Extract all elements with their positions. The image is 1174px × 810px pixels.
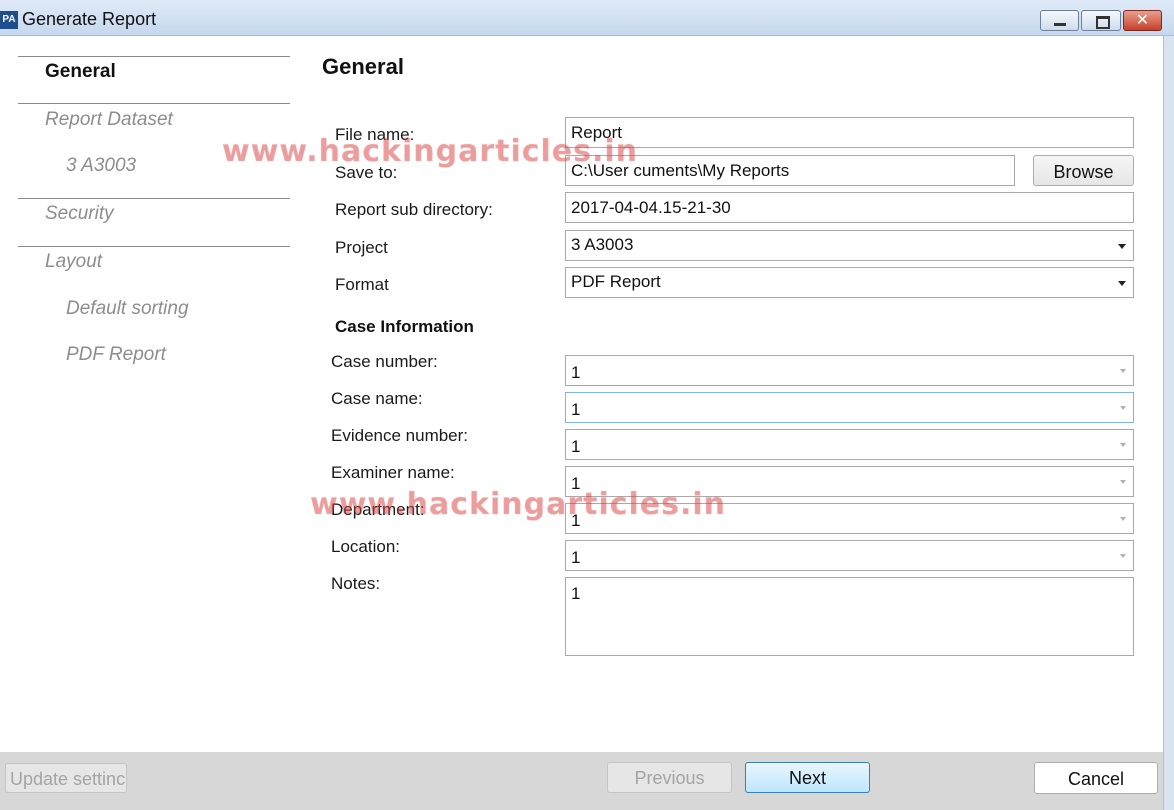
case-name-combo[interactable]: 1 <box>565 392 1134 423</box>
close-icon: ✕ <box>1135 10 1150 29</box>
window-title: Generate Report <box>22 9 157 29</box>
nav-item-general[interactable]: General <box>45 61 116 83</box>
close-button[interactable]: ✕ <box>1123 10 1162 31</box>
nav-item-security[interactable]: Security <box>45 203 114 225</box>
nav-item-project[interactable]: 3 A3003 <box>66 155 136 177</box>
browse-button[interactable]: Browse <box>1033 155 1134 186</box>
minimize-button[interactable] <box>1040 10 1079 31</box>
nav-separator <box>18 103 290 104</box>
previous-button[interactable]: Previous <box>607 762 732 793</box>
case-information-heading: Case Information <box>335 317 474 336</box>
evidence-number-combo[interactable]: 1 <box>565 429 1134 460</box>
maximize-button[interactable] <box>1081 10 1121 31</box>
examiner-name-label: Examiner name: <box>331 463 455 482</box>
nav-item-default-sorting[interactable]: Default sorting <box>66 298 189 320</box>
app-icon: PA <box>0 11 18 29</box>
nav-item-report-dataset[interactable]: Report Dataset <box>45 109 173 131</box>
notes-label: Notes: <box>331 574 381 593</box>
nav-item-layout[interactable]: Layout <box>45 251 102 273</box>
maximize-icon <box>1096 16 1110 29</box>
evidence-number-label: Evidence number: <box>331 426 469 445</box>
format-label: Format <box>335 275 389 294</box>
title-bar: PA Generate Report ✕ <box>0 0 1174 36</box>
watermark-text: www.hackingarticles.in <box>222 134 639 169</box>
project-label: Project <box>335 238 388 257</box>
location-combo[interactable]: 1 <box>565 540 1134 571</box>
minimize-icon <box>1054 23 1066 26</box>
update-settings-button[interactable]: Update settinc <box>5 763 127 793</box>
format-dropdown[interactable]: PDF Report <box>565 267 1134 298</box>
next-button[interactable]: Next <box>745 762 870 793</box>
footer-bar <box>0 752 1163 810</box>
window-right-border <box>1163 36 1174 810</box>
nav-item-pdf-report[interactable]: PDF Report <box>66 344 166 366</box>
location-label: Location: <box>331 537 400 556</box>
notes-textarea[interactable]: 1 <box>565 577 1134 656</box>
project-dropdown[interactable]: 3 A3003 <box>565 230 1134 261</box>
cancel-button[interactable]: Cancel <box>1034 762 1158 794</box>
file-name-input[interactable]: Report <box>565 117 1134 148</box>
report-sub-directory-label: Report sub directory: <box>335 200 493 219</box>
report-sub-directory-input[interactable]: 2017-04-04.15-21-30 <box>565 192 1134 223</box>
watermark-text: www.hackingarticles.in <box>310 487 727 522</box>
case-number-label: Case number: <box>331 352 438 371</box>
nav-separator <box>18 198 290 199</box>
nav-separator <box>18 246 290 247</box>
case-name-label: Case name: <box>331 389 423 408</box>
page-title: General <box>322 54 404 79</box>
case-number-combo[interactable]: 1 <box>565 355 1134 386</box>
nav-separator <box>18 56 290 57</box>
